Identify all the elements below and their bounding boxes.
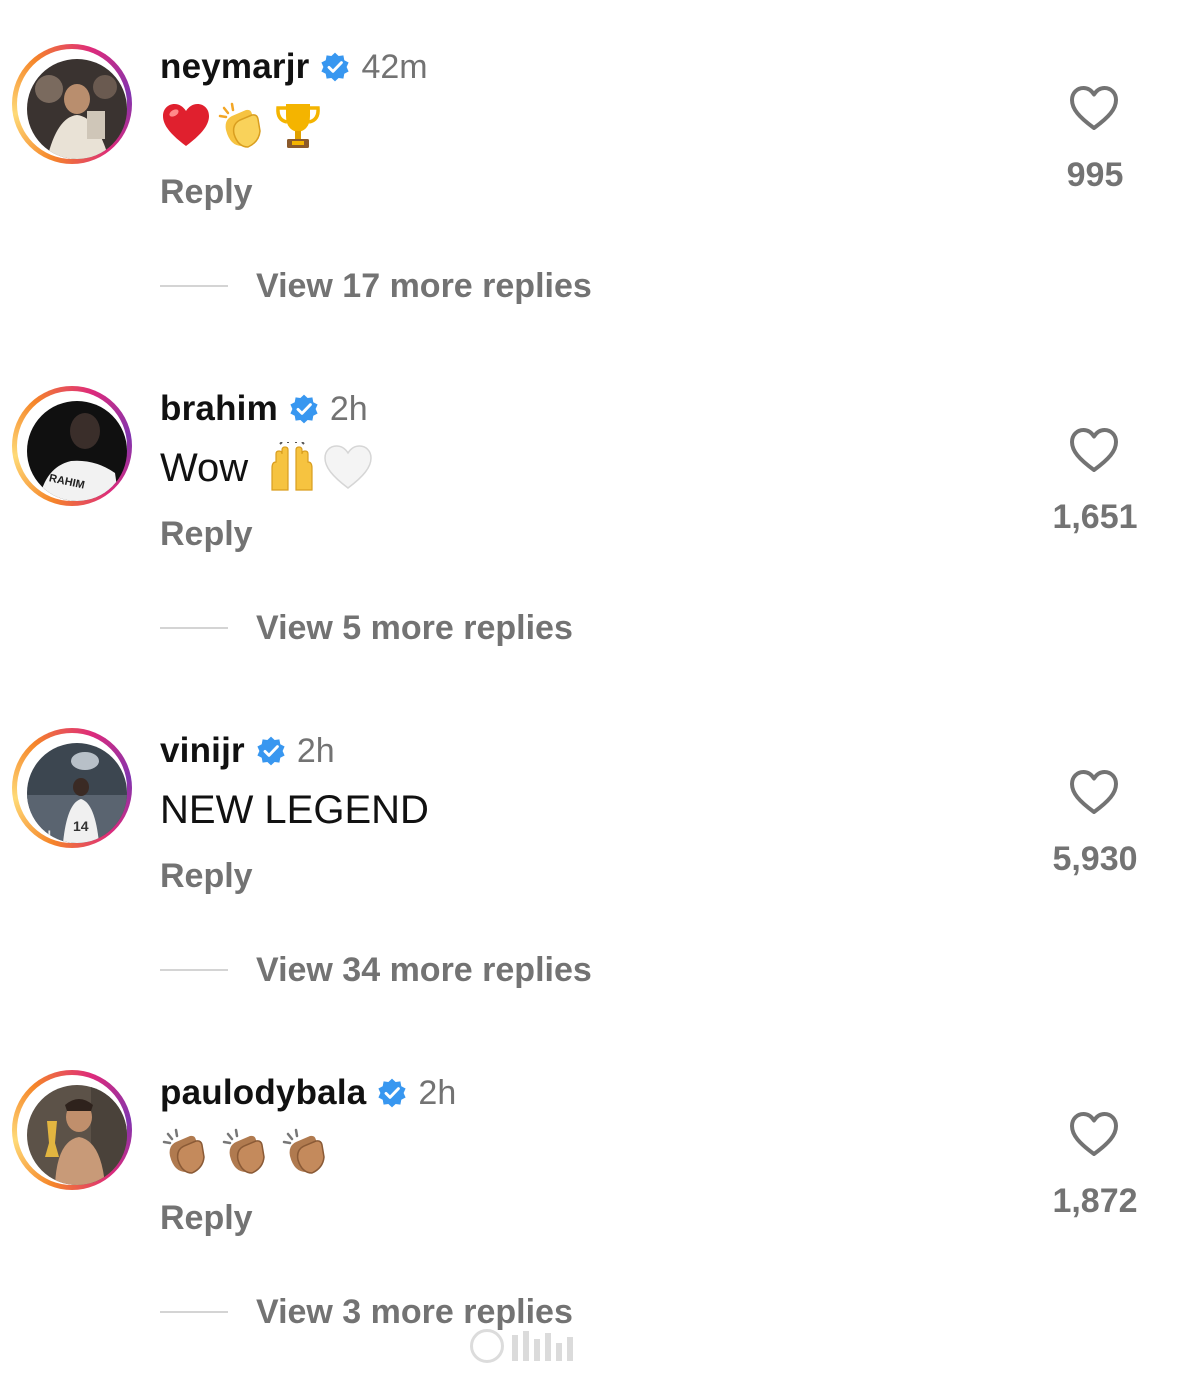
heart-icon[interactable]	[1068, 84, 1120, 132]
red-heart-icon	[163, 104, 209, 146]
comment-timestamp: 42m	[361, 47, 428, 86]
avatar	[27, 59, 127, 159]
like-count: 1,651	[1052, 498, 1138, 536]
verified-badge-icon	[321, 52, 350, 82]
comment-header: brahim 2h	[160, 386, 368, 432]
comment-timestamp: 2h	[329, 389, 368, 428]
verified-badge-icon	[378, 1078, 407, 1108]
reply-button[interactable]: Reply	[160, 857, 253, 896]
avatar	[27, 1085, 127, 1185]
view-more-replies-button[interactable]: View 17 more replies	[160, 264, 592, 308]
comment-body: Wow	[160, 445, 249, 490]
comment-timestamp: 2h	[418, 1073, 457, 1112]
divider	[160, 1311, 228, 1313]
reply-button[interactable]: Reply	[160, 515, 253, 554]
view-more-replies-button[interactable]: View 34 more replies	[160, 948, 592, 992]
comment-header: paulodybala 2h	[160, 1070, 456, 1116]
view-more-replies-button[interactable]: View 5 more replies	[160, 606, 573, 650]
comment-body: NEW LEGEND	[160, 787, 429, 832]
heart-icon[interactable]	[1068, 426, 1120, 474]
clapping-hands-icon	[282, 1128, 325, 1174]
avatar-story-ring[interactable]: RAHIM	[12, 386, 132, 506]
clapping-hands-icon	[222, 1128, 265, 1174]
clapping-hands-icon	[218, 102, 261, 148]
comment-text	[160, 1122, 332, 1182]
watermark-logo	[470, 1326, 573, 1366]
comment-item: paulodybala 2h Reply View 3 more replies	[0, 1026, 1179, 1368]
comment-header: neymarjr 42m	[160, 44, 428, 90]
divider	[160, 627, 228, 629]
verified-badge-icon	[290, 394, 318, 424]
avatar-story-ring[interactable]	[12, 44, 132, 164]
like-count: 995	[1066, 156, 1124, 194]
view-replies-label: View 17 more replies	[256, 266, 592, 305]
username[interactable]: brahim	[160, 389, 278, 429]
heart-icon[interactable]	[1068, 768, 1120, 816]
view-replies-label: View 5 more replies	[256, 608, 573, 647]
comment-text: NEW LEGEND	[160, 780, 429, 840]
comment-text	[160, 96, 324, 156]
like-count: 1,872	[1052, 1182, 1138, 1220]
white-heart-icon	[324, 445, 372, 489]
verified-badge-icon	[257, 736, 285, 766]
avatar: RAHIM	[27, 401, 127, 501]
clapping-hands-icon	[162, 1128, 205, 1174]
reply-button[interactable]: Reply	[160, 173, 253, 212]
avatar-story-ring[interactable]: 14 EAL	[12, 728, 132, 848]
svg-text:EAL: EAL	[31, 828, 55, 842]
reply-button[interactable]: Reply	[160, 1199, 253, 1238]
username[interactable]: vinijr	[160, 731, 245, 771]
divider	[160, 285, 228, 287]
avatar-story-ring[interactable]	[12, 1070, 132, 1190]
comment-text: Wow	[160, 438, 374, 498]
svg-text:14: 14	[73, 818, 89, 834]
comment-header: vinijr 2h	[160, 728, 335, 774]
comment-item: RAHIM brahim 2h Wow Reply View 5 more re…	[0, 342, 1179, 684]
username[interactable]: paulodybala	[160, 1073, 366, 1113]
username[interactable]: neymarjr	[160, 47, 309, 87]
divider	[160, 969, 228, 971]
comment-item: 14 EAL vinijr 2h NEW LEGEND Reply View 3…	[0, 684, 1179, 1026]
heart-icon[interactable]	[1068, 1110, 1120, 1158]
raising-hands-icon	[271, 442, 313, 491]
comment-timestamp: 2h	[296, 731, 335, 770]
like-count: 5,930	[1052, 840, 1138, 878]
trophy-icon	[276, 104, 320, 148]
comment-item: neymarjr 42m Reply View 17 more replies	[0, 0, 1179, 342]
avatar: 14 EAL	[27, 743, 127, 843]
view-replies-label: View 34 more replies	[256, 950, 592, 989]
